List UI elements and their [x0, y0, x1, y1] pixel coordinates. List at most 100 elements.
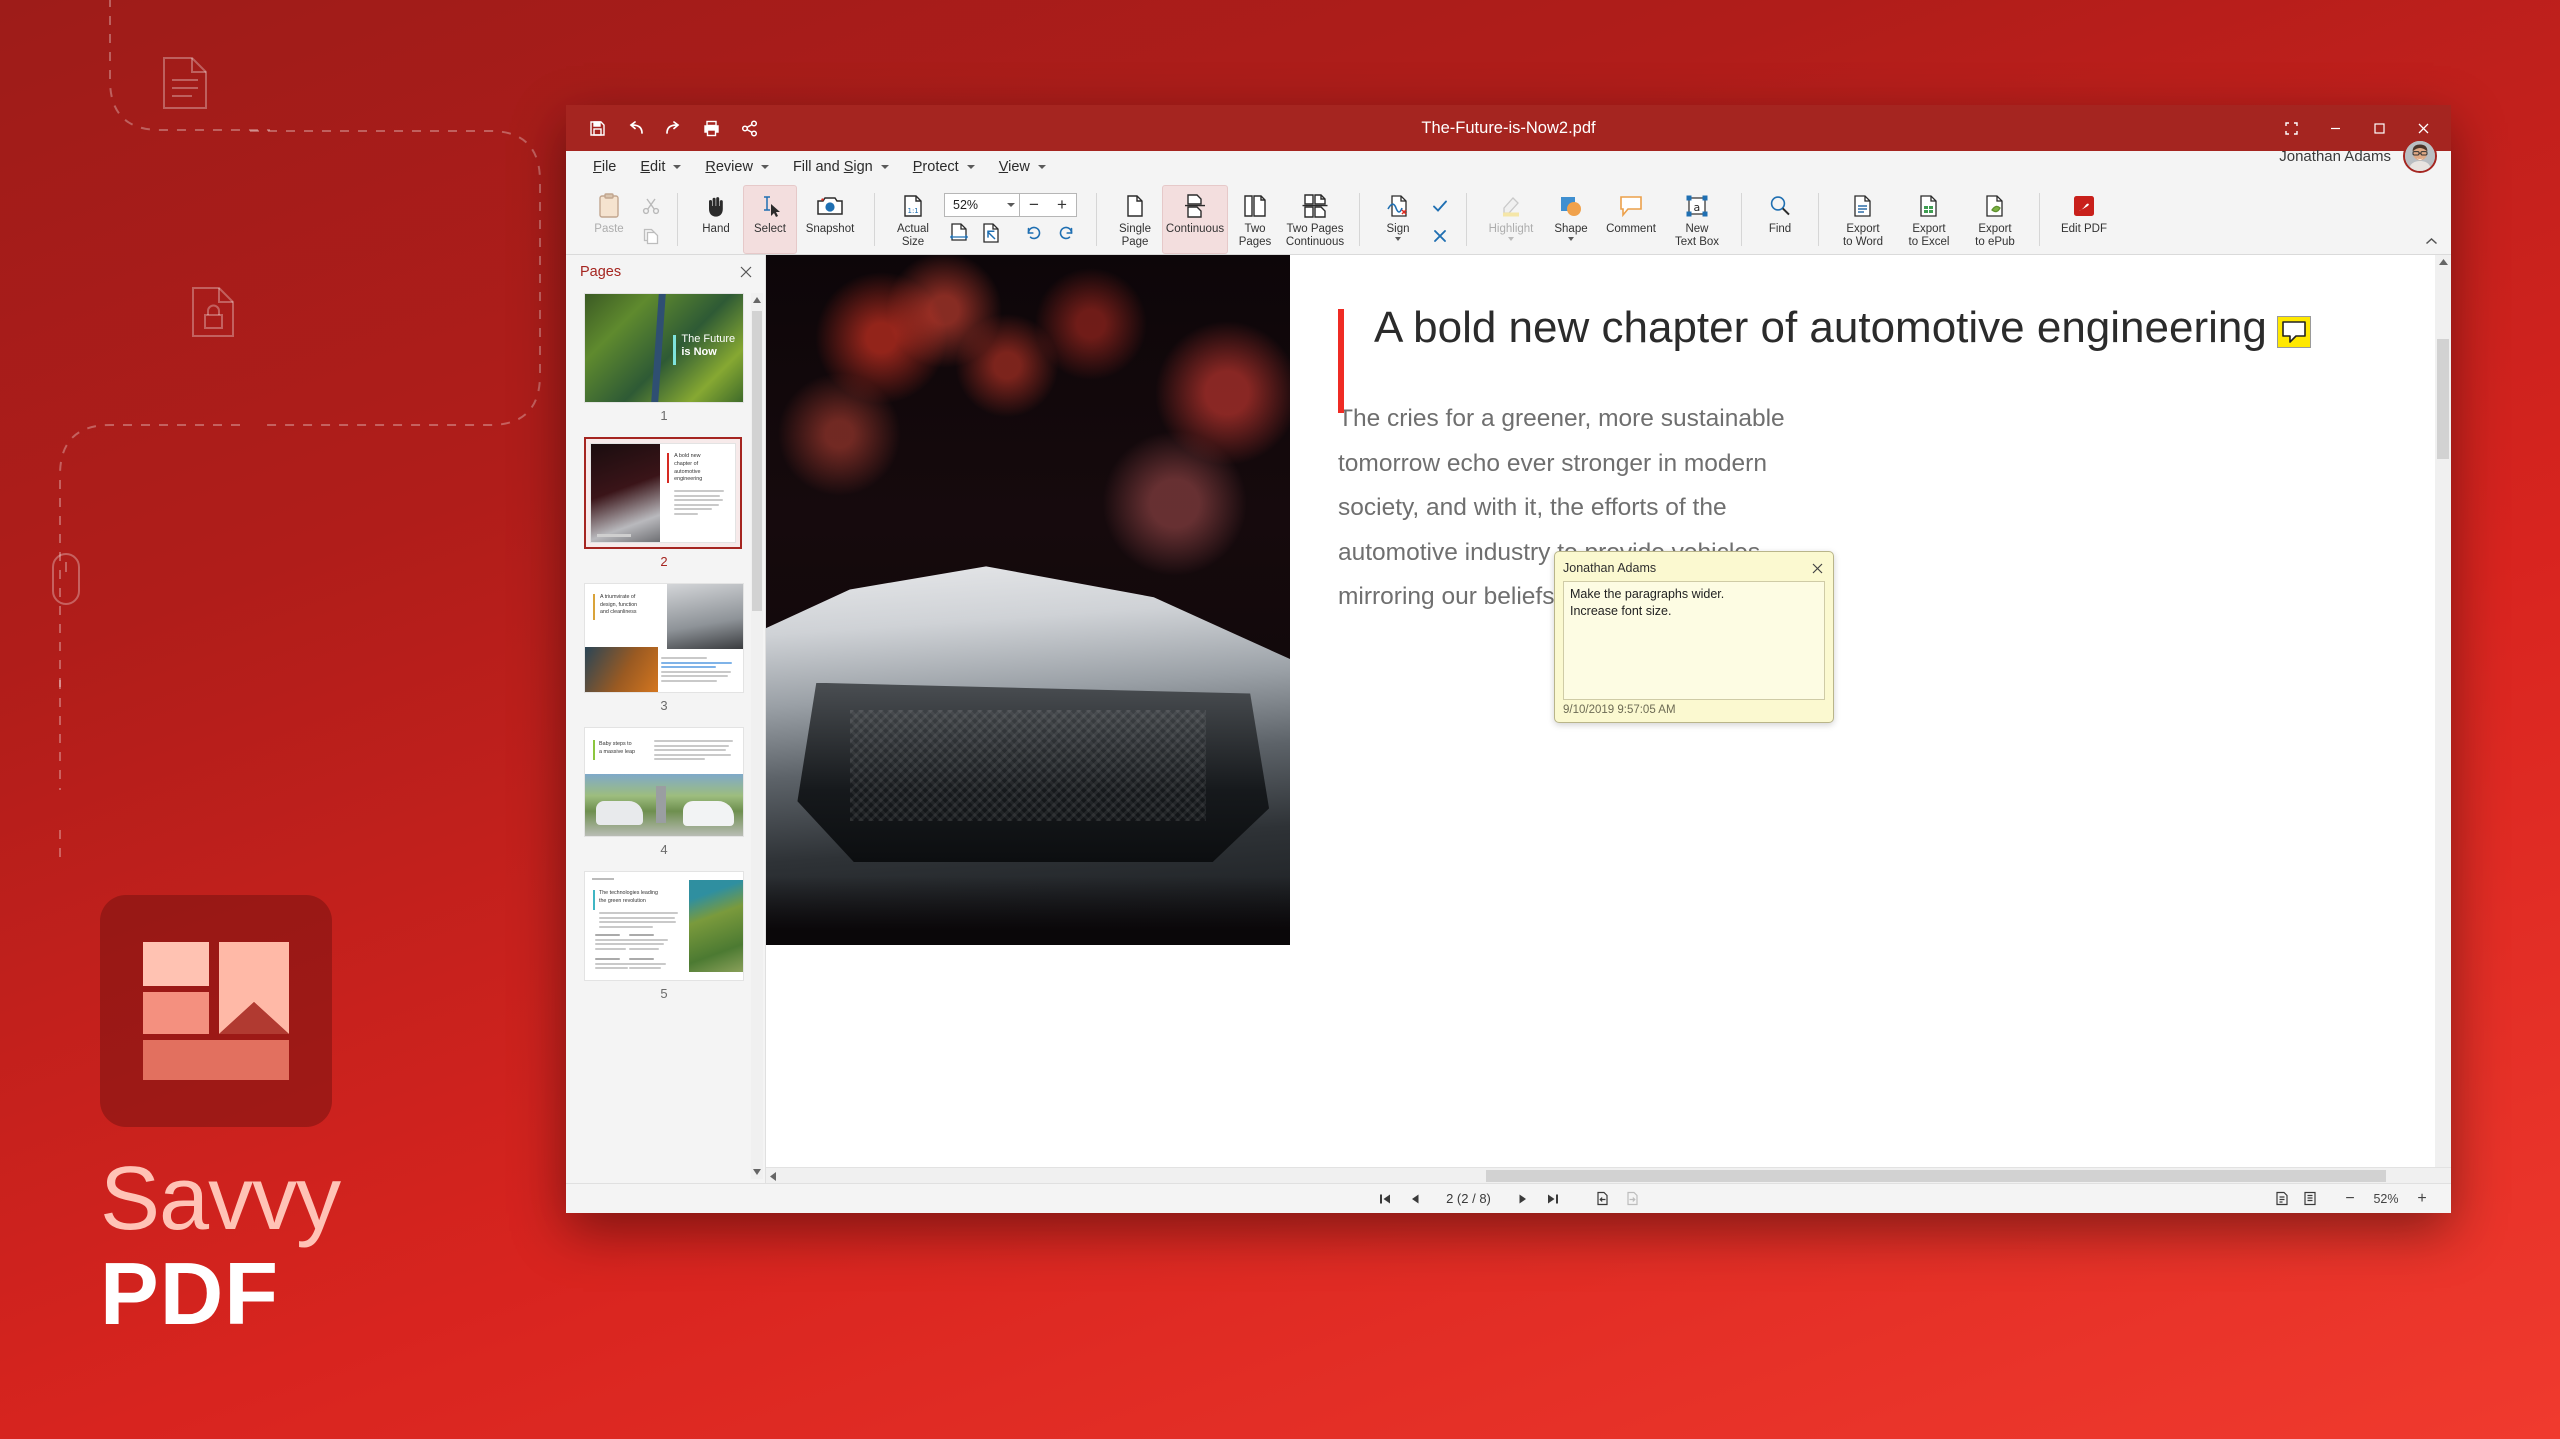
- thumbnail-scroll-area[interactable]: The Futureis Now 1: [566, 289, 765, 1183]
- thumbnail-scrollbar[interactable]: [751, 293, 763, 1179]
- two-pages-continuous-button[interactable]: Two Pages Continuous: [1282, 185, 1348, 254]
- brand-name-pdf: PDF: [100, 1249, 520, 1339]
- menu-fill-and-sign[interactable]: Fill and Sign: [782, 154, 900, 180]
- page-thumbnail-2[interactable]: A bold newchapter ofautomotiveengineerin…: [584, 437, 744, 569]
- new-text-box-button[interactable]: a New Text Box: [1664, 185, 1730, 254]
- zoom-out-button[interactable]: −: [2337, 1188, 2363, 1210]
- scroll-left-icon[interactable]: [766, 1168, 780, 1184]
- rotate-counterclockwise-icon[interactable]: [1019, 219, 1049, 247]
- camera-icon: [816, 191, 844, 221]
- menu-file[interactable]: File: [582, 154, 627, 180]
- brand-wordmark: Savvy PDF: [100, 1155, 520, 1339]
- page-thumbnail-image: A bold newchapter ofautomotiveengineerin…: [590, 443, 736, 543]
- share-icon[interactable]: [732, 113, 766, 143]
- export-to-excel-button[interactable]: Export to Excel: [1896, 185, 1962, 254]
- comment-marker-icon[interactable]: [2277, 316, 2311, 348]
- rotate-clockwise-icon[interactable]: [1051, 219, 1081, 247]
- scrollbar-thumb[interactable]: [2437, 339, 2449, 459]
- menu-edit[interactable]: Edit: [629, 154, 692, 180]
- highlight-button[interactable]: Highlight: [1478, 185, 1544, 254]
- actual-size-icon: 1:1: [902, 191, 924, 221]
- sign-button[interactable]: Sign: [1371, 185, 1425, 254]
- close-icon[interactable]: [1809, 560, 1825, 576]
- next-view-icon[interactable]: [1620, 1188, 1646, 1210]
- export-excel-label: Export to Excel: [1909, 223, 1950, 249]
- sign-label: Sign: [1386, 223, 1409, 236]
- menu-protect[interactable]: Protect: [902, 154, 986, 180]
- export-to-epub-button[interactable]: Export to ePub: [1962, 185, 2028, 254]
- hand-tool-button[interactable]: Hand: [689, 185, 743, 254]
- single-page-icon: [1125, 191, 1145, 221]
- previous-view-icon[interactable]: [1590, 1188, 1616, 1210]
- comment-text[interactable]: Make the paragraphs wider. Increase font…: [1563, 581, 1825, 700]
- page-thumbnail-3[interactable]: A triumvirate ofdesign, functionand clea…: [584, 583, 744, 713]
- paste-button[interactable]: Paste: [582, 185, 636, 254]
- continuous-view-icon[interactable]: [2297, 1188, 2323, 1210]
- check-icon[interactable]: [1425, 192, 1455, 220]
- new-text-box-icon: a: [1685, 191, 1709, 221]
- last-page-icon[interactable]: [1540, 1188, 1566, 1210]
- menu-view[interactable]: View: [988, 154, 1057, 180]
- quick-access-toolbar: [566, 113, 766, 143]
- document-vertical-scrollbar[interactable]: [2435, 255, 2451, 1167]
- zoom-level-value: 52%: [2365, 1192, 2407, 1206]
- account-name: Jonathan Adams: [2279, 148, 2391, 165]
- find-button[interactable]: Find: [1753, 185, 1807, 254]
- zoom-out-button[interactable]: −: [1020, 194, 1048, 216]
- edit-pdf-button[interactable]: Edit PDF: [2051, 185, 2117, 254]
- account-area[interactable]: Jonathan Adams: [2279, 139, 2437, 173]
- svg-text:1:1: 1:1: [908, 207, 919, 215]
- single-page-button[interactable]: Single Page: [1108, 185, 1162, 254]
- scroll-up-icon[interactable]: [2435, 255, 2451, 269]
- user-avatar[interactable]: [2403, 139, 2437, 173]
- menu-review[interactable]: Review: [694, 154, 780, 180]
- snapshot-button[interactable]: Snapshot: [797, 185, 863, 254]
- comment-button[interactable]: Comment: [1598, 185, 1664, 254]
- page-thumbnail-1[interactable]: The Futureis Now 1: [584, 293, 744, 423]
- cross-icon[interactable]: [1425, 222, 1455, 250]
- title-bar: The-Future-is-Now2.pdf: [566, 105, 2451, 151]
- comment-popup[interactable]: Jonathan Adams Make the paragraphs wider…: [1554, 551, 1834, 723]
- redo-icon[interactable]: [656, 113, 690, 143]
- scrollbar-thumb[interactable]: [752, 311, 762, 611]
- print-icon[interactable]: [694, 113, 728, 143]
- scissors-icon[interactable]: [636, 192, 666, 220]
- shape-button[interactable]: Shape: [1544, 185, 1598, 254]
- undo-icon[interactable]: [618, 113, 652, 143]
- scroll-up-icon[interactable]: [751, 293, 763, 307]
- document-scroll-region[interactable]: A bold new chapter of automotive enginee…: [766, 255, 2451, 1167]
- page-thumbnail-5[interactable]: The technologies leadingthe green revolu…: [584, 871, 744, 1001]
- two-pages-button[interactable]: Two Pages: [1228, 185, 1282, 254]
- page-thumbnail-4[interactable]: Baby steps toa massive leap: [584, 727, 744, 857]
- comment-popup-header: Jonathan Adams: [1563, 558, 1825, 578]
- first-page-icon[interactable]: [1372, 1188, 1398, 1210]
- export-to-word-button[interactable]: Export to Word: [1830, 185, 1896, 254]
- chevron-down-icon: [881, 165, 889, 169]
- document-horizontal-scrollbar[interactable]: [766, 1167, 2451, 1183]
- fit-width-icon[interactable]: [944, 219, 974, 247]
- previous-page-icon[interactable]: [1402, 1188, 1428, 1210]
- scrollbar-thumb[interactable]: [1486, 1170, 2386, 1182]
- save-icon[interactable]: [580, 113, 614, 143]
- zoom-in-button[interactable]: +: [1048, 194, 1076, 216]
- close-icon[interactable]: [737, 263, 755, 281]
- fit-page-icon[interactable]: [976, 219, 1006, 247]
- next-page-icon[interactable]: [1510, 1188, 1536, 1210]
- scroll-down-icon[interactable]: [751, 1165, 763, 1179]
- single-page-view-icon[interactable]: [2269, 1188, 2295, 1210]
- copy-icon[interactable]: [636, 222, 666, 250]
- zoom-level-select[interactable]: 52%: [944, 193, 1020, 217]
- page-indicator[interactable]: 2 (2 / 8): [1432, 1191, 1506, 1206]
- select-tool-button[interactable]: Select: [743, 185, 797, 254]
- chevron-up-icon[interactable]: [2421, 232, 2441, 250]
- ribbon-divider: [1096, 193, 1097, 246]
- continuous-button[interactable]: Continuous: [1162, 185, 1228, 254]
- savvy-pdf-logo-icon: [100, 895, 332, 1127]
- zoom-in-button[interactable]: +: [2409, 1188, 2435, 1210]
- chevron-down-icon: [761, 165, 769, 169]
- page-number-label: 5: [584, 986, 744, 1001]
- pdf-page[interactable]: A bold new chapter of automotive enginee…: [766, 255, 2435, 1167]
- actual-size-button[interactable]: 1:1 Actual Size: [886, 185, 940, 254]
- page-thumbnail-image: A triumvirate ofdesign, functionand clea…: [584, 583, 744, 693]
- zoom-stepper: − +: [1020, 193, 1077, 217]
